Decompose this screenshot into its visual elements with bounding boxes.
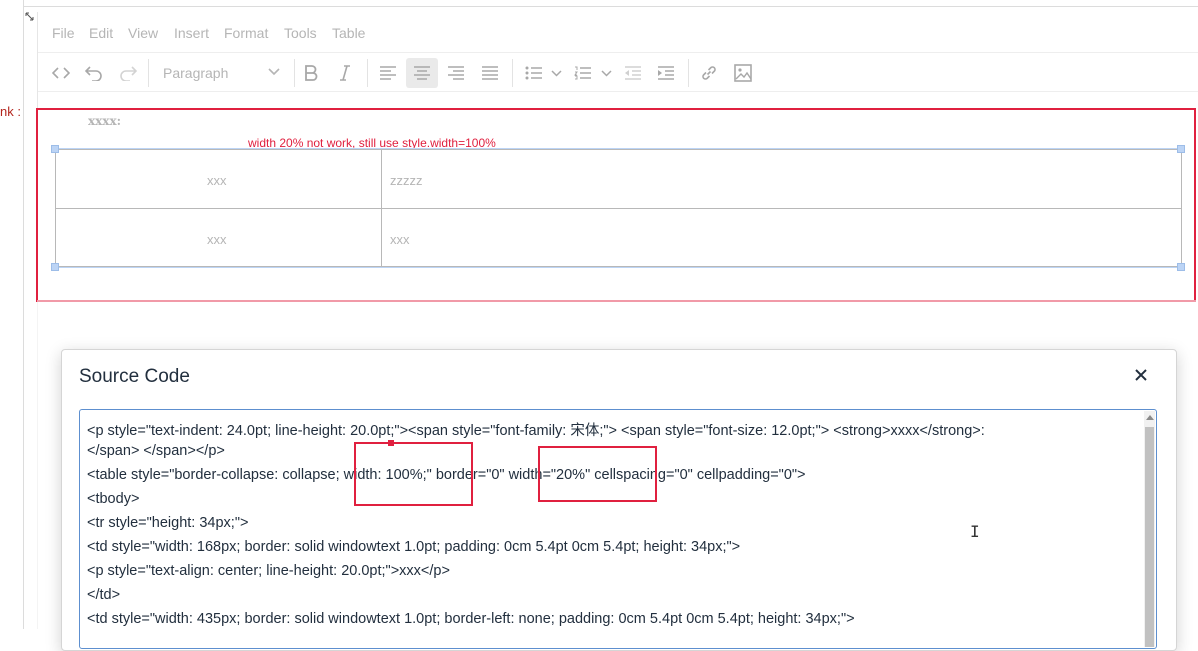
menubar: File Edit View Insert Format Tools Table (38, 12, 1198, 53)
bold-icon[interactable] (295, 58, 327, 88)
toolbar-separator (148, 59, 149, 87)
block-format-value: Paragraph (163, 65, 229, 81)
annotation-marker (388, 440, 394, 446)
code-line: </td> (87, 587, 121, 603)
numbered-list-icon[interactable] (567, 58, 599, 88)
table-resize-handle[interactable] (1177, 145, 1185, 153)
document-paragraph[interactable]: xxxx: (88, 114, 121, 128)
scrollbar-thumb[interactable] (1145, 427, 1154, 647)
outdent-icon[interactable] (617, 58, 649, 88)
chevron-down-icon[interactable] (596, 58, 616, 88)
align-center-icon[interactable] (406, 58, 438, 88)
table-selection-outline (55, 148, 1182, 149)
redo-icon[interactable] (112, 58, 144, 88)
resize-corner-icon[interactable] (25, 12, 34, 23)
link-icon[interactable] (693, 58, 725, 88)
indent-icon[interactable] (650, 58, 682, 88)
block-format-select[interactable]: Paragraph (154, 58, 288, 88)
align-right-icon[interactable] (440, 58, 472, 88)
close-button[interactable] (1128, 362, 1154, 388)
text-cursor-icon: I (970, 522, 980, 541)
code-line: <td style="width: 168px; border: solid w… (87, 539, 741, 555)
menu-file[interactable]: File (52, 25, 75, 41)
table-cell[interactable]: xxx (390, 232, 410, 247)
table-cell[interactable]: zzzzz (390, 173, 423, 188)
close-icon (1135, 369, 1147, 381)
table-selection-outline (55, 267, 1182, 268)
menu-format[interactable]: Format (224, 25, 268, 41)
code-line: <td style="width: 435px; border: solid w… (87, 611, 855, 627)
menu-tools[interactable]: Tools (284, 25, 317, 41)
toolbar-separator (688, 59, 689, 87)
page-top-border (23, 6, 1198, 7)
vertical-scrollbar[interactable] (1144, 411, 1155, 647)
document-table[interactable]: xxx zzzzz xxx xxx (55, 149, 1182, 267)
code-line: <p style="text-align: center; line-heigh… (87, 563, 450, 579)
align-justify-icon[interactable] (474, 58, 506, 88)
chevron-down-icon[interactable] (546, 58, 566, 88)
menu-view[interactable]: View (128, 25, 158, 41)
table-resize-handle[interactable] (1177, 263, 1185, 271)
toolbar-separator (512, 59, 513, 87)
scroll-up-arrow-icon[interactable] (1146, 415, 1154, 420)
code-line: <tr style="height: 34px;"> (87, 515, 249, 531)
table-resize-handle[interactable] (51, 263, 59, 271)
chevron-down-icon (268, 68, 280, 76)
code-icon[interactable] (45, 58, 77, 88)
toolbar: Paragraph (38, 53, 1198, 92)
table-cell[interactable]: xxx (207, 173, 227, 188)
side-text: nk : (0, 104, 21, 119)
source-code-textarea[interactable]: <p style="text-indent: 24.0pt; line-heig… (79, 409, 1157, 649)
page-left-border (23, 0, 24, 629)
menu-table[interactable]: Table (332, 25, 365, 41)
annotation-box-style-width (354, 442, 473, 506)
align-left-icon[interactable] (372, 58, 404, 88)
table-row-divider (56, 208, 1181, 209)
menu-insert[interactable]: Insert (174, 25, 209, 41)
code-line: </span> </span></p> (87, 443, 225, 459)
dialog-title: Source Code (79, 366, 190, 387)
table-cell[interactable]: xxx (207, 232, 227, 247)
annotation-box-width-attr (538, 446, 657, 502)
italic-icon[interactable] (329, 58, 361, 88)
code-line: <p style="text-indent: 24.0pt; line-heig… (87, 423, 985, 439)
toolbar-separator (367, 59, 368, 87)
code-line: <tbody> (87, 491, 140, 507)
image-icon[interactable] (727, 58, 759, 88)
menu-edit[interactable]: Edit (89, 25, 113, 41)
undo-icon[interactable] (78, 58, 110, 88)
table-resize-handle[interactable] (51, 145, 59, 153)
